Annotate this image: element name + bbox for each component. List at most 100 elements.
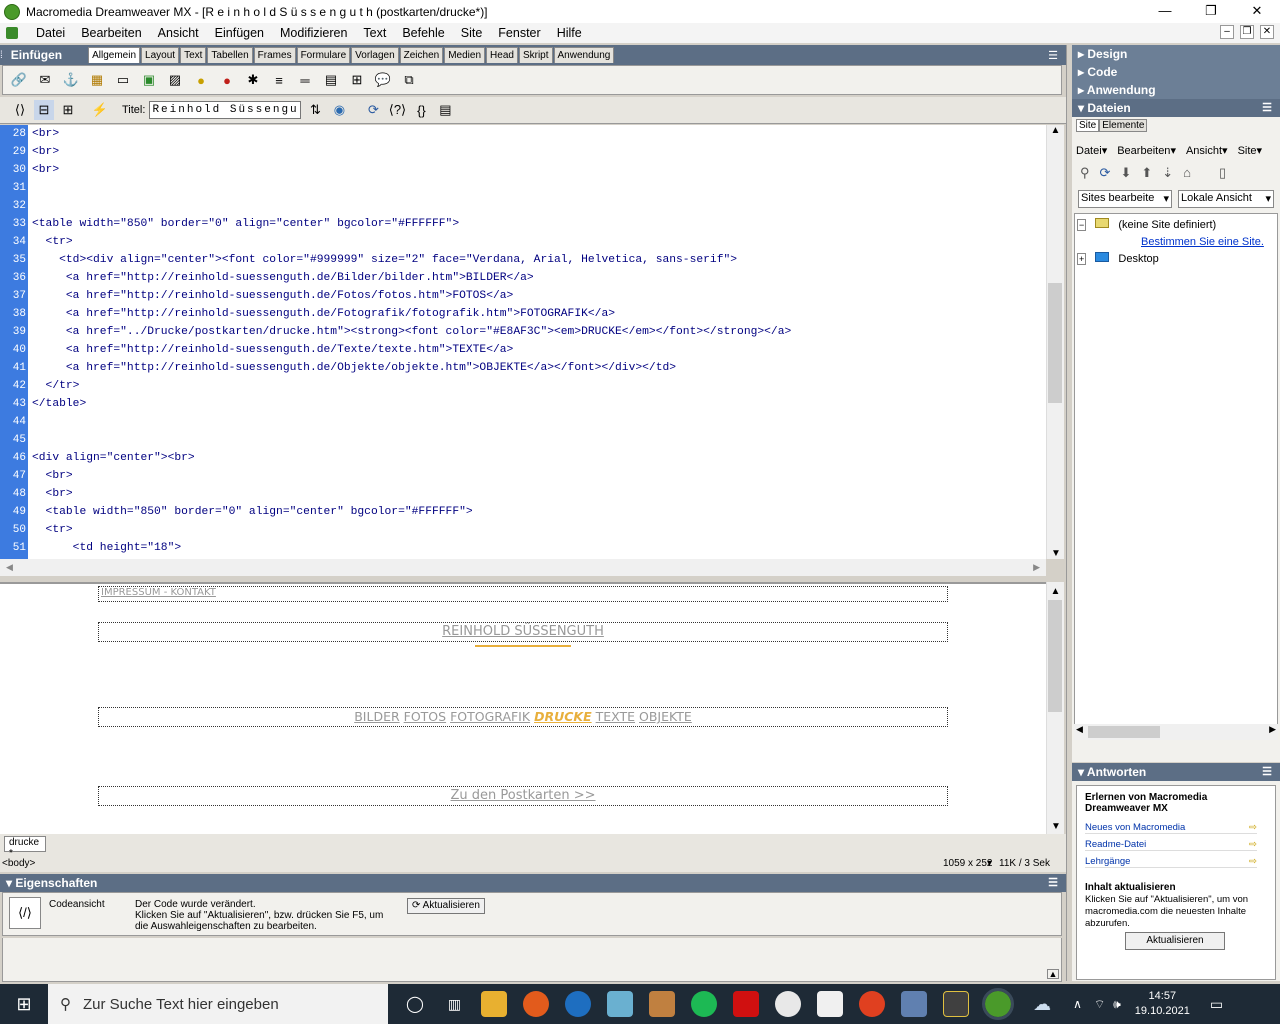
- tab-tabellen[interactable]: Tabellen: [207, 47, 253, 63]
- paint-app-icon[interactable]: [817, 991, 844, 1017]
- design-vertical-scrollbar[interactable]: ▲ ▼: [1046, 582, 1064, 834]
- tab-medien[interactable]: Medien: [444, 47, 486, 63]
- nav-fotos[interactable]: FOTOS: [404, 709, 446, 724]
- link-lehrgaenge[interactable]: Lehrgänge ⇨: [1085, 856, 1257, 868]
- code-horizontal-scrollbar[interactable]: ◀ ▶: [0, 559, 1046, 576]
- tab-elemente[interactable]: Elemente: [1099, 119, 1148, 132]
- nav-drucke[interactable]: DRUCKE: [534, 709, 592, 724]
- checklist-app-icon[interactable]: [943, 991, 970, 1017]
- menu-befehle[interactable]: Befehle: [394, 26, 452, 40]
- tab-head[interactable]: Head: [486, 47, 518, 63]
- tab-formulare[interactable]: Formulare: [296, 47, 351, 63]
- postkarten-link[interactable]: Zu den Postkarten >>: [451, 788, 596, 803]
- spotify-icon[interactable]: [691, 991, 718, 1017]
- tab-frames[interactable]: Frames: [253, 47, 296, 63]
- window-size-dropdown-icon[interactable]: ▾: [987, 858, 992, 869]
- dreamweaver-taskbar-icon[interactable]: [982, 988, 1015, 1020]
- files-horizontal-scrollbar[interactable]: ◀ ▶: [1074, 724, 1278, 740]
- menu-ansicht[interactable]: Ansicht: [150, 26, 207, 40]
- firefox-icon[interactable]: [523, 991, 550, 1017]
- hyperlink-icon[interactable]: 🔗: [9, 70, 29, 90]
- file-explorer-icon[interactable]: [481, 991, 508, 1017]
- acrobat-icon[interactable]: [733, 991, 760, 1017]
- comment-icon[interactable]: 💬: [373, 70, 393, 90]
- answers-group-header[interactable]: ▾ Antworten ☰: [1072, 763, 1280, 781]
- properties-refresh-button[interactable]: ⟳ Aktualisieren: [407, 898, 485, 914]
- tab-zeichen[interactable]: Zeichen: [399, 47, 444, 63]
- answers-options-icon[interactable]: ☰: [1262, 763, 1272, 781]
- files-menu-bearbeiten[interactable]: Bearbeiten▾: [1117, 144, 1176, 157]
- draw-layer-icon[interactable]: ▭: [113, 70, 133, 90]
- tree-expand-icon[interactable]: +: [1077, 253, 1087, 265]
- expand-panel-icon[interactable]: ▯: [1219, 165, 1226, 181]
- nav-objekte[interactable]: OBJEKTE: [639, 709, 692, 724]
- tab-site[interactable]: Site: [1076, 119, 1100, 132]
- image-placeholder-icon[interactable]: ▨: [165, 70, 185, 90]
- files-menu-datei[interactable]: Datei▾: [1076, 144, 1107, 157]
- application-group-header[interactable]: ▸ Anwendung: [1072, 81, 1280, 99]
- tree-item-desktop[interactable]: + Desktop: [1077, 252, 1159, 265]
- doc-restore-button[interactable]: ❐: [1240, 25, 1254, 39]
- tag-selector[interactable]: <body>: [2, 858, 35, 869]
- site-name-link[interactable]: REINHOLD SÜSSENGUTH: [442, 624, 604, 639]
- insert-panel-label[interactable]: Einfügen: [3, 48, 68, 62]
- tabular-data-icon[interactable]: ⊞: [347, 70, 367, 90]
- menu-text[interactable]: Text: [355, 26, 394, 40]
- preview-browser-icon[interactable]: ◉: [329, 100, 349, 120]
- doc-minimize-button[interactable]: –: [1220, 25, 1234, 39]
- scroll-up-icon[interactable]: ▲: [1047, 125, 1064, 136]
- site-select[interactable]: Sites bearbeite ▾: [1078, 190, 1172, 208]
- properties-header[interactable]: ▾ Eigenschaften ☰: [0, 874, 1066, 892]
- fireworks-icon[interactable]: ●: [191, 70, 211, 90]
- menu-bearbeiten[interactable]: Bearbeiten: [73, 26, 149, 40]
- notes-app-icon[interactable]: [607, 991, 634, 1017]
- properties-options-icon[interactable]: ☰: [1048, 874, 1058, 892]
- tag-chooser-icon[interactable]: ⧉: [399, 70, 419, 90]
- collapse-icon[interactable]: ▾: [6, 876, 15, 890]
- network-icon[interactable]: ⌔: [1094, 997, 1105, 1012]
- impressum-link[interactable]: IMPRESSUM - KONTAKT: [101, 587, 216, 598]
- navigation-bar-icon[interactable]: ≡: [269, 70, 289, 90]
- task-view-icon[interactable]: ◯: [406, 994, 424, 1014]
- view-options-icon[interactable]: ▤: [435, 100, 455, 120]
- named-anchor-icon[interactable]: ⚓: [61, 70, 81, 90]
- tab-text[interactable]: Text: [180, 47, 207, 63]
- code-view-icon[interactable]: ⟨⟩: [10, 100, 30, 120]
- design-scroll-down-icon[interactable]: ▼: [1047, 821, 1065, 832]
- minimize-button[interactable]: —: [1142, 0, 1188, 23]
- menu-datei[interactable]: Datei: [28, 26, 73, 40]
- check-in-icon[interactable]: ⌂: [1183, 165, 1191, 181]
- image-icon[interactable]: ▣: [139, 70, 159, 90]
- thunderbird-icon[interactable]: [565, 991, 592, 1017]
- horizontal-rule-icon[interactable]: ═: [295, 70, 315, 90]
- menu-hilfe[interactable]: Hilfe: [549, 26, 590, 40]
- calculator-icon[interactable]: [901, 991, 928, 1017]
- view-select[interactable]: Lokale Ansicht ▾: [1178, 190, 1274, 208]
- maximize-button[interactable]: ❐: [1188, 0, 1234, 23]
- files-menu-ansicht[interactable]: Ansicht▾: [1186, 144, 1228, 157]
- tab-anwendung[interactable]: Anwendung: [553, 47, 615, 63]
- volume-icon[interactable]: 🕪: [1113, 997, 1121, 1012]
- flash-icon[interactable]: ●: [217, 70, 237, 90]
- files-options-icon[interactable]: ☰: [1262, 99, 1272, 117]
- table-icon[interactable]: ▦: [87, 70, 107, 90]
- design-group-header[interactable]: ▸ Design: [1072, 45, 1280, 63]
- tree-item-root[interactable]: − (keine Site definiert): [1077, 218, 1216, 231]
- scroll-down-icon[interactable]: ▼: [1047, 548, 1065, 559]
- get-icon[interactable]: ⬇: [1120, 165, 1131, 181]
- live-data-icon[interactable]: ⚡: [90, 100, 110, 120]
- window-size[interactable]: 1059 x 252: [943, 858, 993, 869]
- design-view-icon[interactable]: ⊞: [58, 100, 78, 120]
- files-scrollbar-thumb[interactable]: [1088, 726, 1160, 738]
- design-scrollbar-thumb[interactable]: [1048, 600, 1062, 712]
- date-icon[interactable]: ▤: [321, 70, 341, 90]
- panel-options-icon[interactable]: ☰: [1048, 49, 1058, 62]
- put-icon[interactable]: ⬆: [1141, 165, 1152, 181]
- start-windows-icon[interactable]: ⊞: [0, 994, 48, 1015]
- file-management-icon[interactable]: ⇅: [305, 100, 325, 120]
- notifications-icon[interactable]: ▭: [1210, 996, 1223, 1013]
- menu-modifizieren[interactable]: Modifizieren: [272, 26, 355, 40]
- doc-close-button[interactable]: ✕: [1260, 25, 1274, 39]
- answers-refresh-button[interactable]: Aktualisieren: [1125, 932, 1225, 950]
- files-refresh-icon[interactable]: ⟳: [1100, 165, 1111, 181]
